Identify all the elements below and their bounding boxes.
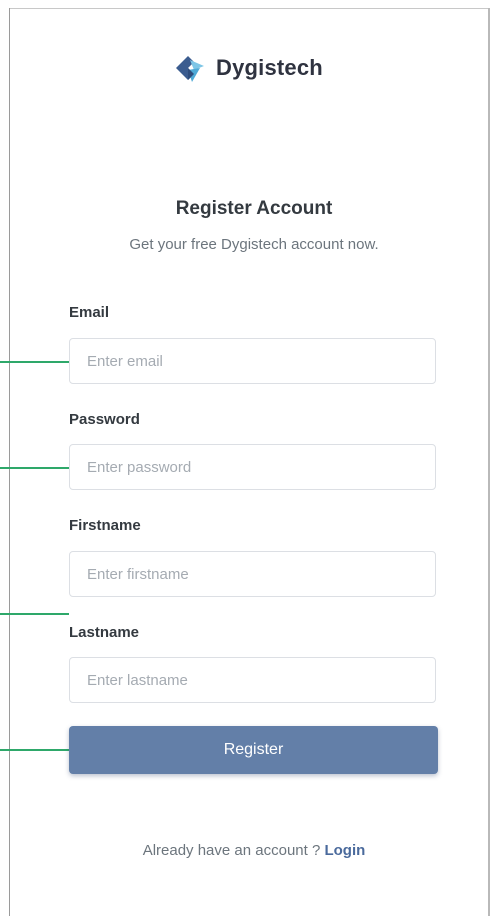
register-page: Dygistech Register Account Get your free… (0, 0, 490, 916)
page-title: Register Account (175, 198, 333, 219)
connector-line-email (0, 361, 69, 363)
dygistech-logo-icon (176, 56, 204, 82)
login-link[interactable]: Login (324, 842, 365, 859)
lastname-label: Lastname (69, 624, 140, 641)
password-label: Password (69, 411, 140, 428)
brand-name: Dygistech (216, 55, 323, 80)
firstname-input[interactable] (69, 551, 436, 597)
lastname-input[interactable] (69, 657, 436, 703)
login-prompt-text: Already have an account ? (142, 842, 325, 859)
connector-line-password (0, 467, 69, 469)
email-input[interactable] (69, 338, 436, 384)
frame-left-border (9, 8, 10, 916)
connector-line-firstname (0, 613, 69, 615)
login-prompt: Already have an account ? Login (0, 842, 490, 859)
register-button[interactable]: Register (69, 726, 438, 774)
firstname-label: Firstname (69, 517, 141, 534)
frame-top-border (9, 8, 490, 9)
email-label: Email (69, 304, 110, 321)
password-input[interactable] (69, 444, 436, 490)
page-subtitle: Get your free Dygistech account now. (129, 236, 379, 253)
connector-line-register (0, 749, 69, 751)
brand-logo[interactable]: Dygistech (173, 50, 323, 86)
